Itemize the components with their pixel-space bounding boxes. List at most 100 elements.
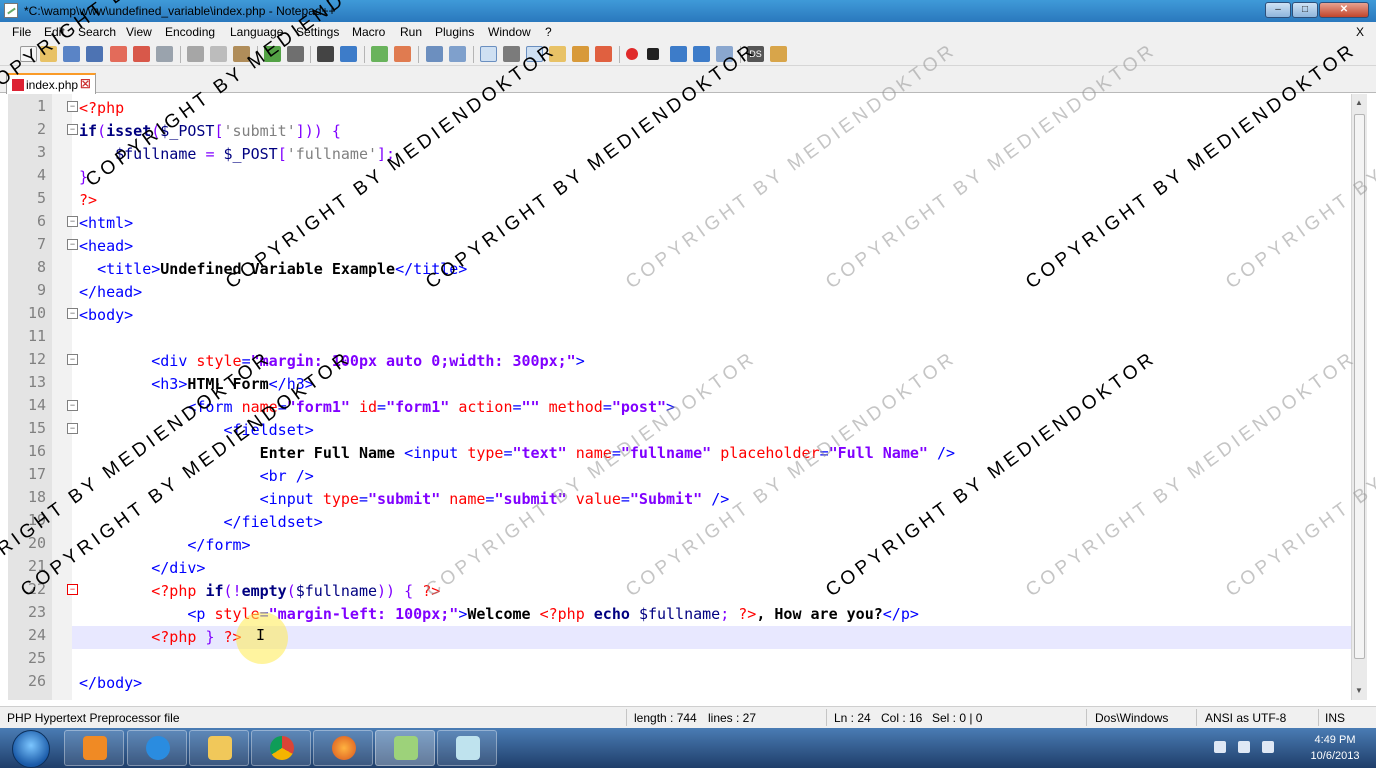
line-number[interactable]: 9 — [8, 281, 46, 299]
code-editor[interactable]: 1 2 3 4 5 6 7 8 9 10 11 12 13 14 15 16 17 18 19 20 21 22 23 24 2… — [8, 94, 1351, 700]
menu-encoding[interactable]: Encoding — [165, 25, 215, 39]
fold-marker[interactable]: − — [67, 423, 78, 434]
doc-map-icon[interactable] — [549, 46, 566, 62]
maximize-button[interactable]: □ — [1292, 2, 1318, 18]
close-window-button[interactable]: ✕ — [1319, 2, 1369, 18]
tab-index-php[interactable]: index.php ☒ — [6, 73, 96, 94]
menu-view[interactable]: View — [126, 25, 152, 39]
open-file-icon[interactable] — [40, 46, 57, 62]
fold-marker[interactable]: − — [67, 354, 78, 365]
tab-close-button[interactable]: ☒ — [80, 77, 91, 91]
menu-language[interactable]: Language — [230, 25, 283, 39]
line-number[interactable]: 4 — [8, 166, 46, 184]
tray-network-icon[interactable] — [1214, 741, 1226, 753]
spell-check-icon[interactable] — [770, 46, 787, 62]
fold-marker[interactable]: − — [67, 239, 78, 250]
line-number[interactable]: 21 — [8, 557, 46, 575]
line-number[interactable]: 16 — [8, 442, 46, 460]
folder-as-workspace-icon[interactable] — [595, 46, 612, 62]
fold-marker[interactable]: − — [67, 124, 78, 135]
print-icon[interactable] — [156, 46, 173, 62]
line-number[interactable]: 11 — [8, 327, 46, 345]
save-all-icon[interactable] — [86, 46, 103, 62]
line-number[interactable]: 24 — [8, 626, 46, 644]
line-number[interactable]: 23 — [8, 603, 46, 621]
line-number[interactable]: 10 — [8, 304, 46, 322]
taskbar-internet-explorer[interactable] — [127, 730, 187, 766]
zoom-in-icon[interactable] — [371, 46, 388, 62]
line-number[interactable]: 25 — [8, 649, 46, 667]
line-number[interactable]: 14 — [8, 396, 46, 414]
taskbar-chrome[interactable] — [251, 730, 311, 766]
fold-marker[interactable]: − — [67, 308, 78, 319]
line-number[interactable]: 2 — [8, 120, 46, 138]
zoom-out-icon[interactable] — [394, 46, 411, 62]
show-all-chars-icon[interactable] — [503, 46, 520, 62]
sync-h-icon[interactable] — [449, 46, 466, 62]
line-number[interactable]: 19 — [8, 511, 46, 529]
line-number[interactable]: 22 — [8, 580, 46, 598]
sync-v-icon[interactable] — [426, 46, 443, 62]
system-clock[interactable]: 4:49 PM 10/6/2013 — [1300, 732, 1370, 764]
scroll-down-arrow-icon[interactable]: ▼ — [1355, 686, 1363, 695]
taskbar-firefox[interactable] — [313, 730, 373, 766]
redo-icon[interactable] — [287, 46, 304, 62]
menu-run[interactable]: Run — [400, 25, 422, 39]
copy-icon[interactable] — [210, 46, 227, 62]
paste-icon[interactable] — [233, 46, 250, 62]
indent-guide-icon[interactable] — [526, 46, 543, 62]
taskbar-note-app[interactable] — [437, 730, 497, 766]
line-number[interactable]: 20 — [8, 534, 46, 552]
fold-marker[interactable]: − — [67, 400, 78, 411]
taskbar-file-explorer[interactable] — [189, 730, 249, 766]
save-icon[interactable] — [63, 46, 80, 62]
line-number[interactable]: 15 — [8, 419, 46, 437]
start-button[interactable] — [12, 730, 50, 768]
function-list-icon[interactable] — [572, 46, 589, 62]
fold-marker-active[interactable]: − — [67, 584, 78, 595]
undo-icon[interactable] — [264, 46, 281, 62]
line-number[interactable]: 1 — [8, 97, 46, 115]
close-icon[interactable] — [110, 46, 127, 62]
fold-marker[interactable]: − — [67, 216, 78, 227]
save-macro-icon[interactable] — [716, 46, 733, 62]
taskbar-media-player[interactable] — [64, 730, 124, 766]
cut-icon[interactable] — [187, 46, 204, 62]
run-macro-multiple-icon[interactable] — [693, 46, 710, 62]
play-macro-icon[interactable] — [670, 46, 687, 62]
menu-macro[interactable]: Macro — [352, 25, 385, 39]
word-wrap-icon[interactable] — [480, 46, 497, 62]
line-number[interactable]: 6 — [8, 212, 46, 230]
vertical-scrollbar[interactable]: ▲ ▼ — [1351, 94, 1367, 700]
menu-edit[interactable]: Edit — [44, 25, 65, 39]
scroll-up-arrow-icon[interactable]: ▲ — [1355, 98, 1363, 107]
menu-help[interactable]: ? — [545, 25, 552, 39]
line-number[interactable]: 18 — [8, 488, 46, 506]
find-icon[interactable] — [317, 46, 334, 62]
line-number[interactable]: 7 — [8, 235, 46, 253]
tray-monitor-icon[interactable] — [1238, 741, 1250, 753]
menu-search[interactable]: Search — [78, 25, 116, 39]
scroll-thumb[interactable] — [1354, 114, 1365, 659]
line-number[interactable]: 17 — [8, 465, 46, 483]
line-number[interactable]: 3 — [8, 143, 46, 161]
minimize-button[interactable]: ‒ — [1265, 2, 1291, 18]
fold-marker[interactable]: − — [67, 101, 78, 112]
close-all-icon[interactable] — [133, 46, 150, 62]
close-document-button[interactable]: X — [1356, 25, 1364, 39]
menu-file[interactable]: File — [12, 25, 31, 39]
new-file-icon[interactable] — [20, 46, 37, 62]
line-number[interactable]: 13 — [8, 373, 46, 391]
ds-icon[interactable]: DS — [747, 46, 764, 62]
taskbar-notepadpp[interactable] — [375, 730, 435, 766]
menu-plugins[interactable]: Plugins — [435, 25, 474, 39]
record-macro-icon[interactable] — [626, 48, 638, 60]
menu-window[interactable]: Window — [488, 25, 531, 39]
line-number[interactable]: 12 — [8, 350, 46, 368]
stop-record-icon[interactable] — [647, 48, 659, 60]
tray-volume-icon[interactable] — [1262, 741, 1274, 753]
line-number[interactable]: 5 — [8, 189, 46, 207]
line-number[interactable]: 26 — [8, 672, 46, 690]
line-number[interactable]: 8 — [8, 258, 46, 276]
menu-settings[interactable]: Settings — [296, 25, 339, 39]
